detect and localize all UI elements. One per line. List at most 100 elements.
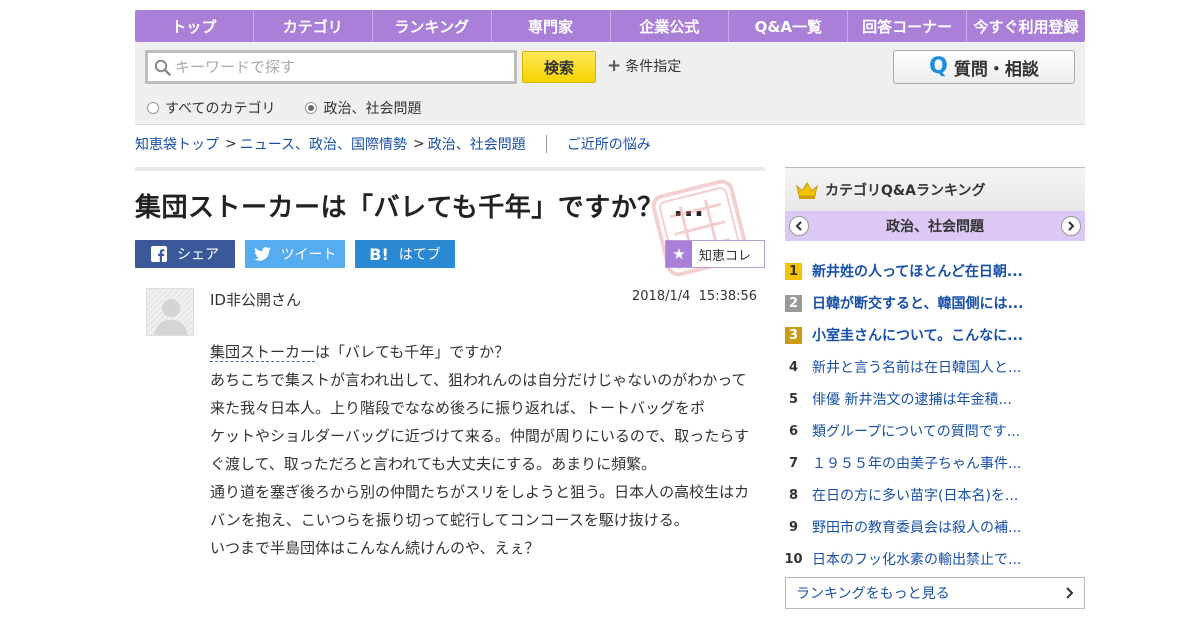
scope-current-radio[interactable]: 政治、社会問題 — [305, 98, 421, 118]
ranking-item: 7 １９５５年の由美子ちゃん事件... — [785, 447, 1085, 479]
global-nav: トップ カテゴリ ランキング 専門家 企業公式 Q&A一覧 回答コーナー 今すぐ… — [135, 10, 1085, 42]
chie-collection-label: 知恵コレ — [699, 248, 752, 264]
ranking-link[interactable]: 野田市の教育委員会は殺人の補... — [812, 517, 1021, 537]
ranking-title: カテゴリQ&Aランキング — [825, 182, 986, 199]
ranking-link[interactable]: 小室圭さんについて。こんなに... — [812, 325, 1023, 345]
ask-question-button[interactable]: Q 質問・相談 — [893, 50, 1075, 84]
article-top-rule — [135, 167, 765, 171]
search-button[interactable]: 検索 — [522, 51, 596, 83]
chevron-right-icon — [1068, 221, 1075, 231]
ranking-category-name: 政治、社会問題 — [886, 219, 984, 235]
nav-item-experts[interactable]: 専門家 — [490, 10, 610, 42]
keyword-link[interactable]: 集団ストーカー — [210, 343, 316, 362]
breadcrumb-separator: > — [413, 136, 425, 152]
question-author: ID非公開さん — [210, 291, 301, 309]
ranking-prev-button[interactable] — [789, 216, 809, 236]
radio-circle-icon — [147, 102, 159, 114]
nav-item-register[interactable]: 今すぐ利用登録 — [966, 10, 1085, 42]
ask-question-label: 質問・相談 — [953, 59, 1039, 80]
rank-badge-gold: 1 — [785, 262, 802, 280]
facebook-icon — [151, 246, 167, 262]
hatena-bookmark-label: はてブ — [398, 247, 441, 263]
scope-all-radio[interactable]: すべてのカテゴリ — [147, 98, 275, 118]
ranking-link[interactable]: 新井姓の人ってほとんど在日朝... — [812, 261, 1023, 281]
ranking-item: 4 新井と言う名前は在日韓国人と... — [785, 351, 1085, 383]
search-scope: すべてのカテゴリ 政治、社会問題 — [147, 98, 421, 118]
magnifier-icon — [154, 59, 171, 76]
ranking-item: 9 野田市の教育委員会は殺人の補... — [785, 511, 1085, 543]
twitter-bird-icon — [253, 247, 271, 261]
scope-all-label: すべてのカテゴリ — [165, 101, 276, 117]
hatena-bookmark-icon: B! — [369, 244, 389, 264]
nav-item-answer-corner[interactable]: 回答コーナー — [847, 10, 966, 42]
breadcrumb-item-news[interactable]: ニュース、政治、国際情勢 — [240, 134, 407, 154]
question-body-paragraph: いつまで半島団体はこんなん続けんのや、えぇ？ — [210, 539, 540, 557]
ranking-item: 10 日本のフッ化水素の輸出禁止で... — [784, 543, 1085, 575]
condition-label: 条件指定 — [625, 59, 682, 75]
ranking-header: カテゴリQ&Aランキング — [785, 167, 1085, 211]
nav-item-qa-list[interactable]: Q&A一覧 — [728, 10, 847, 42]
ranking-next-button[interactable] — [1061, 216, 1081, 236]
nav-item-category[interactable]: カテゴリ — [252, 10, 372, 42]
ranking-item: 8 在日の方に多い苗字(日本名)を... — [785, 479, 1085, 511]
rank-number: 9 — [788, 519, 799, 535]
question-body-first-line: 集団ストーカーは「バレても千年」ですか？ — [210, 338, 750, 366]
radio-selected-icon — [305, 102, 318, 114]
breadcrumb-separator: > — [225, 136, 237, 152]
breadcrumb-item-top[interactable]: 知恵袋トップ — [135, 134, 219, 154]
post-datetime: 2018/1/4 15:38:56 — [632, 289, 757, 304]
ranking-link[interactable]: 日韓が断交すると、韓国側には... — [812, 293, 1023, 313]
question-body-paragraph: あちこちで集ストが言われ出して、狙われんのは自分だけじゃないのがわかって来た我々… — [210, 371, 747, 417]
rank-number: 8 — [788, 487, 799, 503]
ranking-link[interactable]: 俳優 新井浩文の逮捕は年金積... — [812, 389, 1012, 409]
condition-toggle[interactable]: + 条件指定 — [607, 56, 681, 76]
post-time: 15:38:56 — [698, 289, 758, 304]
user-silhouette-icon — [154, 299, 188, 335]
question-q-icon: Q — [929, 54, 948, 79]
nav-item-top[interactable]: トップ — [135, 10, 253, 42]
breadcrumb: 知恵袋トップ > ニュース、政治、国際情勢 > 政治、社会問題 ご近所の悩み — [135, 134, 651, 154]
twitter-share-label: ツイート — [280, 247, 337, 263]
breadcrumb-item-politics[interactable]: 政治、社会問題 — [428, 134, 526, 154]
ranking-link[interactable]: 日本のフッ化水素の輸出禁止で... — [812, 549, 1021, 569]
post-date: 2018/1/4 — [632, 289, 691, 304]
star-icon: ★ — [666, 241, 692, 267]
crown-icon — [796, 181, 818, 199]
rank-badge-silver: 2 — [785, 294, 802, 312]
nav-item-official[interactable]: 企業公式 — [609, 10, 729, 42]
ranking-item: 2 日韓が断交すると、韓国側には... — [785, 287, 1085, 319]
search-input[interactable] — [175, 58, 495, 76]
ranking-item: 3 小室圭さんについて。こんなに... — [785, 319, 1085, 351]
facebook-share-button[interactable]: シェア — [135, 240, 235, 268]
ranking-link[interactable]: １９５５年の由美子ちゃん事件... — [812, 453, 1021, 473]
rank-number: 7 — [788, 455, 799, 471]
ranking-item: 1 新井姓の人ってほとんど在日朝... — [785, 255, 1085, 287]
question-body-paragraph: 通り道を塞ぎ後ろから別の仲間たちがスリをしようと狙う。日本人の高校生はカバンを抱… — [210, 483, 750, 529]
share-buttons: シェア ツイート B! はてブ — [135, 240, 455, 268]
nav-item-ranking[interactable]: ランキング — [371, 10, 491, 42]
chevron-right-icon — [1066, 587, 1074, 599]
twitter-share-button[interactable]: ツイート — [245, 240, 345, 268]
ranking-link[interactable]: 新井と言う名前は在日韓国人と... — [812, 357, 1021, 377]
ranking-link[interactable]: 類グループについての質問です... — [812, 421, 1020, 441]
ranking-list: 1 新井姓の人ってほとんど在日朝... 2 日韓が断交すると、韓国側には... … — [784, 255, 1085, 575]
rank-number: 4 — [788, 359, 799, 375]
question-body-paragraph: ケットやショルダーバッグに近づけて来る。仲間が周りにいるので、取ったらすぐ渡して… — [210, 427, 749, 473]
question-body: 集団ストーカーは「バレても千年」ですか？ あちこちで集ストが言われ出して、狙われ… — [210, 338, 750, 562]
related-category-link[interactable]: ご近所の悩み — [567, 134, 651, 154]
ranking-category-switcher: 政治、社会問題 — [785, 211, 1085, 241]
rank-badge-bronze: 3 — [785, 326, 802, 344]
scope-current-label: 政治、社会問題 — [323, 101, 422, 117]
chie-collection-button[interactable]: ★ 知恵コレ — [665, 240, 765, 268]
facebook-share-label: シェア — [177, 247, 219, 263]
ranking-more-link[interactable]: ランキングをもっと見る — [785, 577, 1085, 609]
search-area: 検索 + 条件指定 Q 質問・相談 すべてのカテゴリ 政治、社会問題 — [135, 42, 1085, 125]
hatena-bookmark-button[interactable]: B! はてブ — [355, 240, 455, 268]
breadcrumb-divider — [545, 135, 547, 153]
avatar — [146, 288, 194, 336]
ranking-more-label: ランキングをもっと見る — [796, 586, 950, 602]
search-field[interactable] — [145, 50, 517, 84]
ranking-link[interactable]: 在日の方に多い苗字(日本名)を... — [812, 485, 1018, 505]
ranking-item: 5 俳優 新井浩文の逮捕は年金積... — [785, 383, 1085, 415]
ranking-item: 6 類グループについての質問です... — [785, 415, 1085, 447]
